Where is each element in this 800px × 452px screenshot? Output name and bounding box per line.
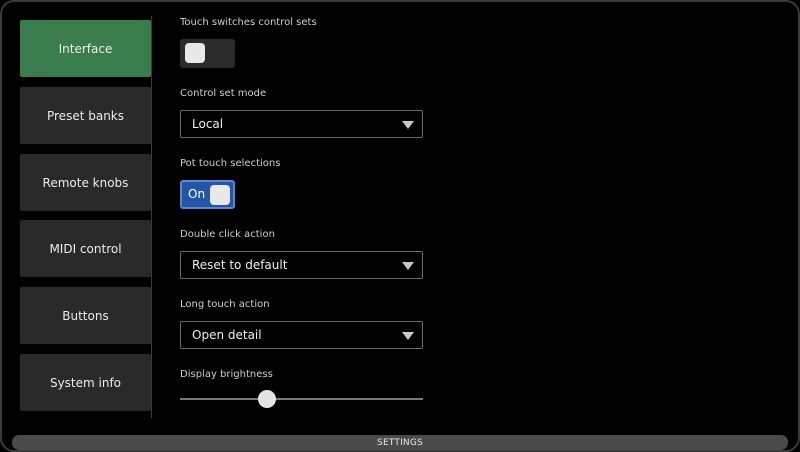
pot-touch-toggle[interactable]: On (180, 180, 235, 209)
sidebar-item-interface[interactable]: Interface (20, 20, 151, 77)
select-value: Open detail (192, 328, 262, 342)
sidebar-item-preset-banks[interactable]: Preset banks (20, 87, 151, 144)
sidebar-item-label: System info (49, 375, 122, 390)
sidebar-item-label: Interface (58, 41, 113, 56)
long-touch-label: Long touch action (180, 299, 270, 310)
settings-footer-bar[interactable]: SETTINGS (12, 435, 788, 450)
control-set-mode-label: Control set mode (180, 88, 267, 99)
sidebar-item-buttons[interactable]: Buttons (20, 287, 151, 344)
pot-touch-label: Pot touch selections (180, 158, 281, 169)
double-click-label: Double click action (180, 229, 275, 240)
slider-track (180, 398, 423, 400)
control-set-mode-select[interactable]: Local (180, 110, 423, 138)
touch-switches-toggle[interactable] (180, 39, 235, 68)
toggle-knob (210, 184, 230, 205)
select-value: Reset to default (192, 258, 288, 272)
toggle-knob (185, 43, 205, 63)
sidebar-item-remote-knobs[interactable]: Remote knobs (20, 154, 151, 211)
sidebar-item-label: Buttons (62, 308, 109, 323)
slider-thumb[interactable] (258, 390, 277, 408)
sidebar-item-label: Remote knobs (42, 175, 129, 190)
sidebar-item-system-info[interactable]: System info (20, 354, 151, 411)
footer-label: SETTINGS (377, 437, 423, 448)
long-touch-select[interactable]: Open detail (180, 321, 423, 349)
sidebar-item-midi-control[interactable]: MIDI control (20, 220, 151, 277)
brightness-label: Display brightness (180, 369, 273, 380)
chevron-down-icon (402, 262, 414, 270)
select-value: Local (192, 117, 224, 131)
brightness-slider[interactable] (180, 389, 423, 409)
touch-switches-label: Touch switches control sets (180, 17, 317, 28)
sidebar-item-label: Preset banks (46, 108, 124, 123)
chevron-down-icon (402, 332, 414, 340)
toggle-on-text: On (188, 187, 206, 201)
chevron-down-icon (402, 121, 414, 129)
sidebar-divider (151, 16, 152, 418)
double-click-select[interactable]: Reset to default (180, 251, 423, 279)
sidebar-item-label: MIDI control (49, 241, 122, 256)
